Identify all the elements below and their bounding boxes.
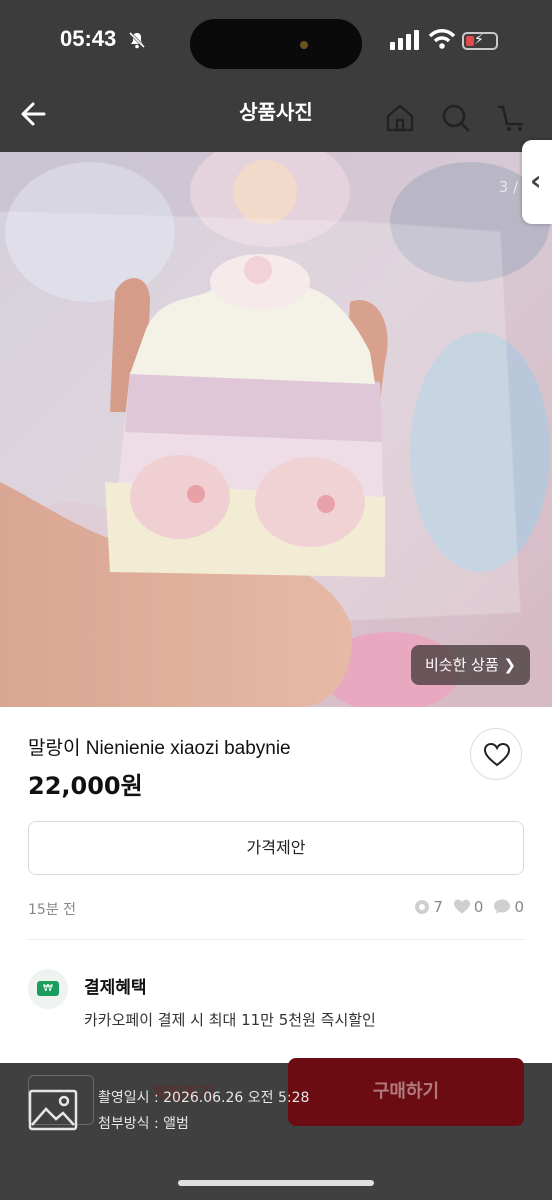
search-icon[interactable] [440, 102, 472, 134]
battery-icon: ⚡ [462, 32, 498, 50]
payment-benefit-description: 카카오페이 결제 시 최대 11만 5천원 즉시할인 [84, 1011, 376, 1029]
battery-level [466, 36, 474, 46]
price-offer-button[interactable]: 가격제안 [28, 821, 524, 875]
eye-icon [415, 900, 430, 914]
heart-icon [453, 899, 470, 914]
views-stat: 7 [414, 898, 443, 916]
posted-time: 15분 전 [28, 902, 77, 918]
likes-count: 0 [473, 898, 484, 916]
attach-method: 첨부방식 : 앨범 [98, 1116, 189, 1132]
chat-bubble-icon [494, 899, 511, 914]
top-bar: 05:43 ⚡ 상품사진 [0, 0, 552, 152]
photo-image [0, 152, 552, 707]
wifi-icon [428, 29, 456, 49]
bottom-bar: 채팅하기 구매하기 촬영일시 : 2026.06.26 오전 5:28 첨부방식… [0, 1058, 552, 1200]
dynamic-island [190, 19, 362, 69]
cart-icon[interactable] [496, 102, 528, 134]
signal-icon [390, 30, 419, 50]
camera-dot [300, 41, 308, 49]
capture-date: 촬영일시 : 2026.06.26 오전 5:28 [98, 1090, 310, 1106]
payment-benefit-title: 결제혜택 [84, 978, 147, 998]
photo-thumbnail-icon [28, 1089, 78, 1131]
product-stats: 7 0 0 [414, 898, 524, 916]
views-count: 7 [433, 898, 443, 916]
likes-stat: 0 [453, 898, 484, 916]
kakaopay-icon: ₩ [28, 969, 68, 1009]
home-indicator [178, 1180, 374, 1186]
chats-stat: 0 [493, 898, 524, 916]
bell-off-icon [128, 31, 146, 49]
chevron-left-icon: ‹ [530, 164, 542, 197]
chats-count: 0 [514, 898, 524, 916]
buy-button[interactable]: 구매하기 [288, 1058, 524, 1126]
divider [28, 939, 524, 940]
heart-icon [484, 743, 510, 767]
similar-products-button[interactable]: 비슷한 상품 ❯ [411, 645, 531, 685]
like-button[interactable] [470, 728, 522, 780]
app-screen: 05:43 ⚡ 상품사진 3 / 11 ‹ 비슷한 상품 ❯ 말랑이 Nieni… [0, 0, 552, 1200]
product-title: 말랑이 Nienienie xiaozi babynie [28, 738, 291, 759]
side-panel-handle[interactable]: ‹ [522, 140, 552, 224]
product-photo[interactable] [0, 152, 552, 707]
home-icon[interactable] [384, 102, 416, 134]
status-time: 05:43 [60, 26, 117, 51]
product-price: 22,000원 [28, 772, 143, 800]
